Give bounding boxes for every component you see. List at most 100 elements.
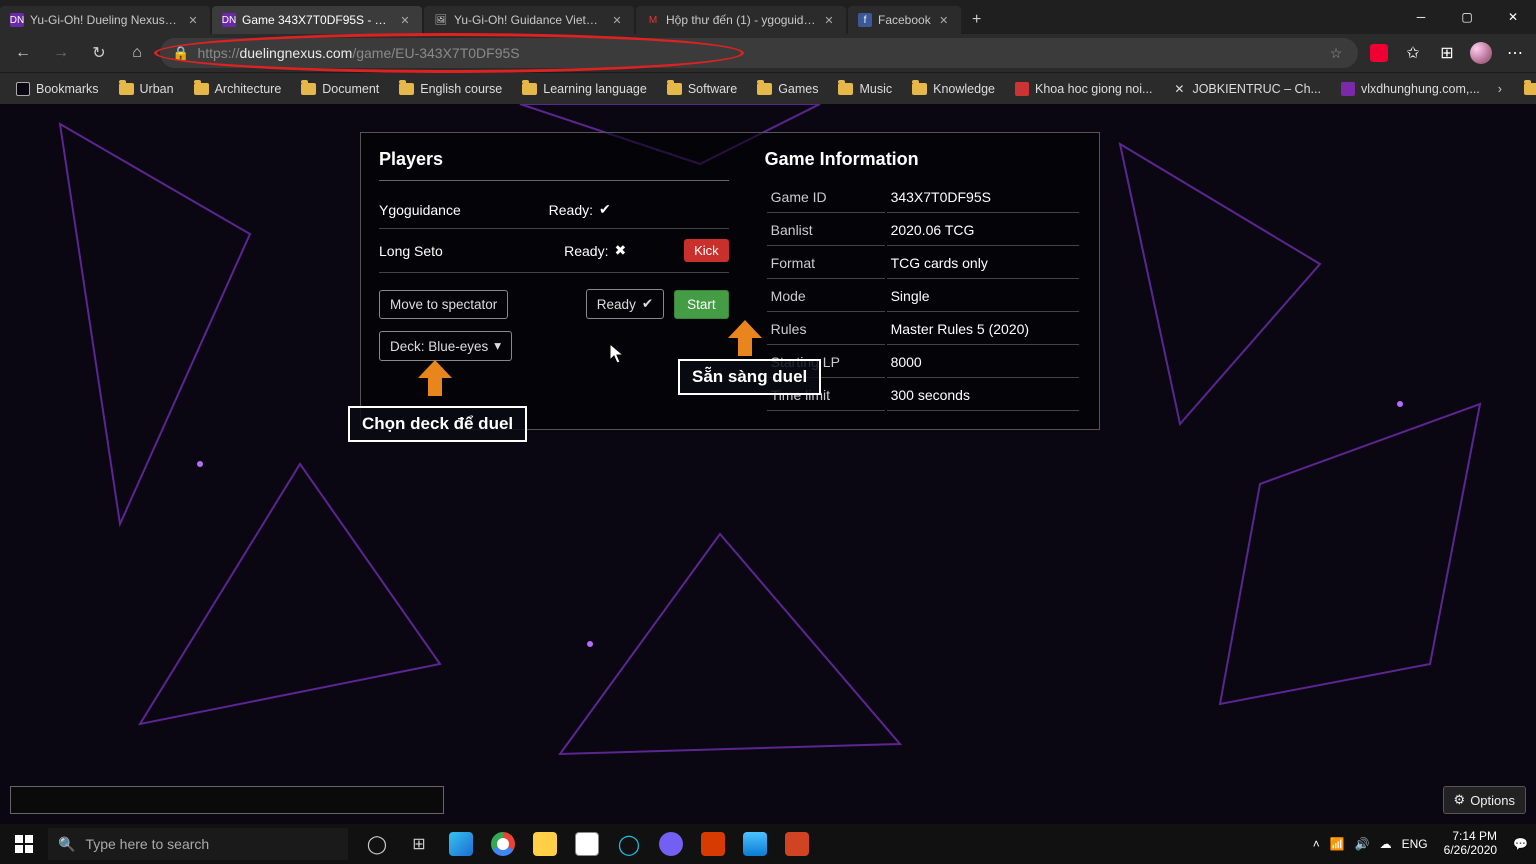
- task-view-icon[interactable]: ⊞: [398, 824, 440, 864]
- player-name: Long Seto: [379, 243, 564, 259]
- bookmark-item[interactable]: Software: [659, 78, 745, 100]
- profile-avatar[interactable]: [1468, 40, 1494, 66]
- url-input[interactable]: 🔒 https:// duelingnexus.com /game/EU-343…: [160, 38, 1358, 68]
- players-title: Players: [379, 149, 729, 170]
- player-row-1: Ygoguidance Ready: ✔: [379, 191, 729, 229]
- taskbar-app-c[interactable]: ◯: [608, 824, 650, 864]
- taskbar-app-viber[interactable]: [650, 824, 692, 864]
- bookmark-item[interactable]: vlxdhunghung.com,...: [1333, 78, 1488, 100]
- tab-label: Yu-Gi-Oh! Guidance Vietnam - H: [454, 13, 604, 27]
- tray-volume-icon[interactable]: 🔊: [1355, 837, 1370, 851]
- taskbar-app-explorer[interactable]: [524, 824, 566, 864]
- refresh-button[interactable]: ↻: [84, 38, 114, 68]
- tray-notifications-icon[interactable]: 💬: [1513, 837, 1528, 851]
- tray-time: 7:14 PM: [1444, 830, 1497, 844]
- ready-button-label: Ready: [597, 297, 636, 312]
- start-button[interactable]: Start: [674, 290, 729, 319]
- info-key: Rules: [767, 314, 885, 345]
- bookmark-item[interactable]: Learning language: [514, 78, 655, 100]
- url-scheme: https://: [197, 45, 239, 61]
- tab-0[interactable]: DN Yu-Gi-Oh! Dueling Nexus - Free ✕: [0, 6, 210, 34]
- tab-label: Hộp thư đến (1) - ygoguidance@: [666, 13, 816, 27]
- maximize-button[interactable]: ▢: [1444, 0, 1490, 34]
- collections-icon[interactable]: ⊞: [1434, 40, 1460, 66]
- bookmarks-overflow-button[interactable]: ›: [1492, 78, 1508, 100]
- info-value: Single: [887, 281, 1079, 312]
- tab-4[interactable]: f Facebook ✕: [848, 6, 961, 34]
- bookmark-item[interactable]: Knowledge: [904, 78, 1003, 100]
- taskbar-app-office[interactable]: [692, 824, 734, 864]
- player-ready: Ready: ✔: [549, 201, 669, 218]
- tab-label: Game 343X7T0DF95S - Yu-Gi-Oh: [242, 13, 392, 27]
- cortana-icon[interactable]: ◯: [356, 824, 398, 864]
- bookmark-item[interactable]: Urban: [111, 78, 182, 100]
- new-tab-button[interactable]: +: [963, 6, 991, 34]
- tray-language[interactable]: ENG: [1402, 837, 1428, 851]
- close-button[interactable]: ✕: [1490, 0, 1536, 34]
- adblock-icon[interactable]: [1366, 40, 1392, 66]
- cursor-icon: [610, 344, 624, 364]
- bookmark-item[interactable]: Music: [830, 78, 900, 100]
- close-icon[interactable]: ✕: [937, 13, 951, 27]
- taskbar-app-edge[interactable]: [440, 824, 482, 864]
- deck-select-button[interactable]: Deck: Blue-eyes ▾: [379, 331, 512, 361]
- chat-input[interactable]: [10, 786, 444, 814]
- tab-1[interactable]: DN Game 343X7T0DF95S - Yu-Gi-Oh ✕: [212, 6, 422, 34]
- cross-icon: ✖: [614, 242, 626, 259]
- favorites-icon[interactable]: ✩: [1400, 40, 1426, 66]
- favorite-icon[interactable]: ☆: [1326, 45, 1346, 62]
- taskbar-app-movies[interactable]: [734, 824, 776, 864]
- close-icon[interactable]: ✕: [186, 13, 200, 27]
- kick-button[interactable]: Kick: [684, 239, 729, 262]
- annotation-callout-ready: Sẵn sàng duel: [678, 359, 821, 395]
- taskbar-app-powerpoint[interactable]: [776, 824, 818, 864]
- bookmark-item[interactable]: English course: [391, 78, 510, 100]
- url-host: duelingnexus.com: [239, 45, 352, 61]
- other-favorites-button[interactable]: Other favorites: [1516, 78, 1536, 100]
- close-icon[interactable]: ✕: [610, 13, 624, 27]
- bookmark-label: Software: [688, 82, 737, 96]
- folder-icon: [667, 83, 682, 95]
- deck-row: Deck: Blue-eyes ▾: [379, 319, 729, 361]
- more-icon[interactable]: ⋯: [1502, 40, 1528, 66]
- bookmark-item[interactable]: ✕JOBKIENTRUC – Ch...: [1164, 78, 1329, 100]
- close-icon[interactable]: ✕: [398, 13, 412, 27]
- check-icon: ✔: [599, 201, 611, 218]
- ready-button[interactable]: Ready ✔: [586, 289, 664, 319]
- minimize-button[interactable]: ─: [1398, 0, 1444, 34]
- start-button[interactable]: [0, 824, 48, 864]
- folder-icon: [194, 83, 209, 95]
- bookmark-label: vlxdhunghung.com,...: [1361, 82, 1480, 96]
- taskbar-search[interactable]: 🔍 Type here to search: [48, 828, 348, 860]
- info-row: FormatTCG cards only: [767, 248, 1079, 279]
- bookmark-item[interactable]: Bookmarks: [8, 78, 107, 100]
- back-button[interactable]: ←: [8, 38, 38, 68]
- move-spectator-button[interactable]: Move to spectator: [379, 290, 508, 319]
- tab-strip: DN Yu-Gi-Oh! Dueling Nexus - Free ✕ DN G…: [0, 0, 1398, 34]
- bookmark-item[interactable]: Games: [749, 78, 826, 100]
- tray-clock[interactable]: 7:14 PM 6/26/2020: [1438, 830, 1503, 858]
- bookmark-label: Urban: [140, 82, 174, 96]
- taskbar-app-store[interactable]: [566, 824, 608, 864]
- site-icon: ✕: [1172, 82, 1186, 96]
- player-ready: Ready: ✖: [564, 242, 684, 259]
- tray-wifi-icon[interactable]: 📶: [1330, 837, 1345, 851]
- bookmark-item[interactable]: Document: [293, 78, 387, 100]
- home-button[interactable]: ⌂: [122, 38, 152, 68]
- info-value: 300 seconds: [887, 380, 1079, 411]
- tray-chevron-icon[interactable]: ˄: [1313, 837, 1320, 851]
- bookmark-item[interactable]: Architecture: [186, 78, 290, 100]
- options-button[interactable]: ⚙ Options: [1443, 786, 1526, 814]
- forward-button[interactable]: →: [46, 38, 76, 68]
- info-value: TCG cards only: [887, 248, 1079, 279]
- taskbar-app-chrome[interactable]: [482, 824, 524, 864]
- tray-date: 6/26/2020: [1444, 844, 1497, 858]
- player-row-2: Long Seto Ready: ✖ Kick: [379, 229, 729, 273]
- tab-2[interactable]: 🖼 Yu-Gi-Oh! Guidance Vietnam - H ✕: [424, 6, 634, 34]
- close-icon[interactable]: ✕: [822, 13, 836, 27]
- favicon-icon: DN: [222, 13, 236, 27]
- tab-3[interactable]: M Hộp thư đến (1) - ygoguidance@ ✕: [636, 6, 846, 34]
- player-name: Ygoguidance: [379, 202, 549, 218]
- bookmark-item[interactable]: Khoa hoc giong noi...: [1007, 78, 1160, 100]
- tray-onedrive-icon[interactable]: ☁: [1380, 837, 1392, 851]
